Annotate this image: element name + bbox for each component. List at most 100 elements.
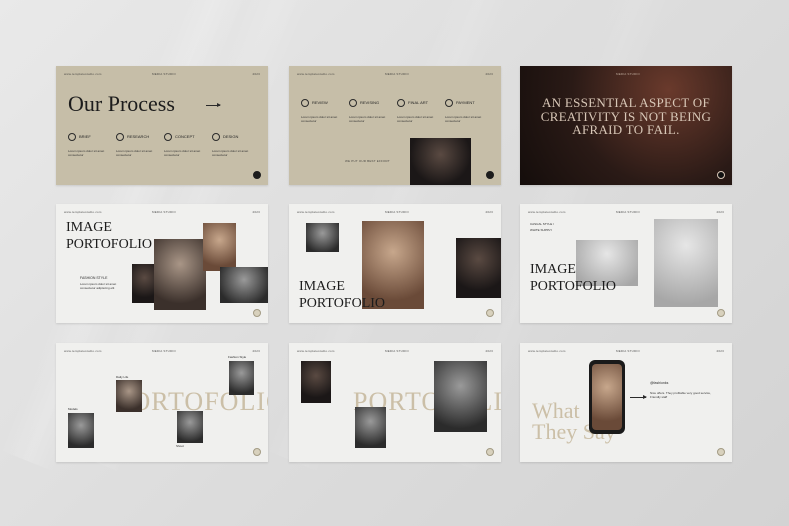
step-revising: REVISING Lorem ipsum dolor sit amet cons… bbox=[349, 94, 391, 124]
slide-tag-line1: CASUAL STYLE / bbox=[530, 222, 554, 226]
arrow-right-icon bbox=[630, 395, 647, 399]
model-photo bbox=[177, 411, 203, 443]
circle-nav-icon[interactable] bbox=[253, 448, 261, 456]
slide-portfolio-4[interactable]: www.templatestudio.com MEDIA STUDIO 2023… bbox=[56, 343, 268, 462]
slide-url: www.templatestudio.com bbox=[297, 349, 335, 353]
step-payment: PAYMENT Lorem ipsum dolor sit amet conse… bbox=[445, 94, 487, 124]
slide-studio: MEDIA STUDIO bbox=[385, 72, 409, 76]
step-icon bbox=[68, 132, 76, 141]
phone-mockup bbox=[589, 360, 625, 434]
step-icon bbox=[212, 132, 220, 141]
slide-review-steps[interactable]: www.templatestudio.com MEDIA STUDIO 2023… bbox=[289, 66, 501, 185]
label: Fashion Style bbox=[228, 355, 247, 359]
model-photo bbox=[355, 407, 386, 448]
step-text: Lorem ipsum dolor sit amet consectetur bbox=[445, 115, 482, 123]
slide-year: 2023 bbox=[485, 210, 493, 214]
phone-screen-photo bbox=[592, 364, 622, 430]
step-text: Lorem ipsum dolor sit amet consectetur bbox=[301, 115, 338, 123]
step-label: RESEARCH bbox=[127, 134, 150, 140]
circle-nav-icon[interactable] bbox=[253, 309, 261, 317]
step-icon bbox=[164, 132, 172, 141]
slide-portfolio-5[interactable]: www.templatestudio.com MEDIA STUDIO 2023… bbox=[289, 343, 501, 462]
slide-year: 2023 bbox=[252, 210, 260, 214]
model-photo bbox=[410, 138, 471, 185]
label: Daily Life bbox=[116, 375, 129, 379]
slide-subhead: FASHION STYLE bbox=[80, 276, 108, 280]
slide-url: www.templatestudio.com bbox=[64, 72, 102, 76]
step-design: DESIGN Lorem ipsum dolor sit amet consec… bbox=[212, 128, 254, 158]
model-photo bbox=[68, 413, 94, 448]
slide-studio: MEDIA STUDIO bbox=[385, 210, 409, 214]
step-label: PAYMENT bbox=[456, 100, 475, 106]
circle-nav-icon[interactable] bbox=[486, 309, 494, 317]
model-photo bbox=[654, 219, 718, 307]
slide-year: 2023 bbox=[716, 349, 724, 353]
step-brief: BRIEF Lorem ipsum dolor sit amet consect… bbox=[68, 128, 110, 158]
step-label: DESIGN bbox=[223, 134, 239, 140]
slide-year: 2023 bbox=[252, 349, 260, 353]
slide-url: www.templatestudio.com bbox=[528, 349, 566, 353]
slide-image-portfolio-3[interactable]: www.templatestudio.com MEDIA STUDIO 2023… bbox=[520, 204, 732, 323]
slide-title-line1: IMAGE bbox=[530, 262, 576, 277]
slide-url: www.templatestudio.com bbox=[64, 349, 102, 353]
slide-year: 2023 bbox=[485, 72, 493, 76]
slide-studio: MEDIA STUDIO bbox=[616, 210, 640, 214]
slide-studio: MEDIA STUDIO bbox=[152, 72, 176, 76]
step-icon bbox=[445, 98, 453, 107]
circle-nav-icon[interactable] bbox=[717, 309, 725, 317]
model-photo bbox=[434, 361, 487, 432]
slide-studio: MEDIA STUDIO bbox=[152, 210, 176, 214]
step-label: REVISING bbox=[360, 100, 380, 106]
model-photo bbox=[154, 239, 206, 310]
step-label: CONCEPT bbox=[175, 134, 195, 140]
slide-url: www.templatestudio.com bbox=[297, 72, 335, 76]
slide-url: www.templatestudio.com bbox=[64, 210, 102, 214]
slide-tag-line2: WHITE SUPPLY bbox=[530, 228, 553, 232]
slide-title-line1: IMAGE bbox=[299, 279, 345, 294]
slide-title: Our Process bbox=[68, 91, 175, 116]
circle-nav-icon[interactable] bbox=[486, 448, 494, 456]
label: Models bbox=[68, 407, 78, 411]
step-concept: CONCEPT Lorem ipsum dolor sit amet conse… bbox=[164, 128, 206, 158]
slide-studio: MEDIA STUDIO bbox=[152, 349, 176, 353]
model-photo bbox=[220, 267, 268, 303]
circle-nav-icon[interactable] bbox=[486, 171, 494, 179]
step-text: Lorem ipsum dolor sit amet consectetur bbox=[212, 149, 249, 157]
label: Shoot bbox=[176, 444, 184, 448]
slide-testimonial[interactable]: www.templatestudio.com MEDIA STUDIO 2023… bbox=[520, 343, 732, 462]
step-label: BRIEF bbox=[79, 134, 91, 140]
slide-our-process[interactable]: www.templatestudio.com MEDIA STUDIO 2023… bbox=[56, 66, 268, 185]
step-research: RESEARCH Lorem ipsum dolor sit amet cons… bbox=[116, 128, 158, 158]
model-photo bbox=[306, 223, 339, 252]
slide-year: 2023 bbox=[485, 349, 493, 353]
slide-studio: MEDIA STUDIO bbox=[616, 349, 640, 353]
step-label: REVIEW bbox=[312, 100, 328, 106]
testimonial-quote: Nice offers. They profitable very good s… bbox=[650, 391, 711, 400]
slide-title-line2: PORTOFOLIO bbox=[299, 296, 386, 311]
step-text: Lorem ipsum dolor sit amet consectetur bbox=[116, 149, 153, 157]
slide-image-portfolio-1[interactable]: www.templatestudio.com MEDIA STUDIO 2023… bbox=[56, 204, 268, 323]
step-label: FINAL ART bbox=[408, 100, 429, 106]
slide-title-line1: IMAGE bbox=[66, 220, 112, 235]
circle-nav-icon[interactable] bbox=[717, 448, 725, 456]
step-text: Lorem ipsum dolor sit amet consectetur bbox=[349, 115, 386, 123]
step-icon bbox=[116, 132, 124, 141]
slide-studio: MEDIA STUDIO bbox=[385, 349, 409, 353]
circle-nav-icon[interactable] bbox=[253, 171, 261, 179]
step-icon bbox=[397, 98, 405, 107]
slide-url: www.templatestudio.com bbox=[297, 210, 335, 214]
slide-title-line2: PORTOFOLIO bbox=[530, 279, 617, 294]
slide-year: 2023 bbox=[252, 72, 260, 76]
step-review: REVIEW Lorem ipsum dolor sit amet consec… bbox=[301, 94, 343, 124]
step-text: Lorem ipsum dolor sit amet consectetur bbox=[397, 115, 434, 123]
slide-studio: MEDIA STUDIO bbox=[616, 72, 640, 76]
slide-image-portfolio-2[interactable]: www.templatestudio.com MEDIA STUDIO 2023… bbox=[289, 204, 501, 323]
circle-nav-icon[interactable] bbox=[717, 171, 725, 179]
testimonial-handle: @fashionks bbox=[650, 381, 669, 385]
slide-body: Lorem ipsum dolor sit amet consectetur a… bbox=[80, 282, 117, 291]
model-photo bbox=[203, 223, 236, 271]
model-photo bbox=[116, 380, 142, 412]
model-photo bbox=[229, 361, 254, 395]
slide-url: www.templatestudio.com bbox=[528, 210, 566, 214]
slide-quote[interactable]: MEDIA STUDIO AN ESSENTIAL ASPECT OF CREA… bbox=[520, 66, 732, 185]
